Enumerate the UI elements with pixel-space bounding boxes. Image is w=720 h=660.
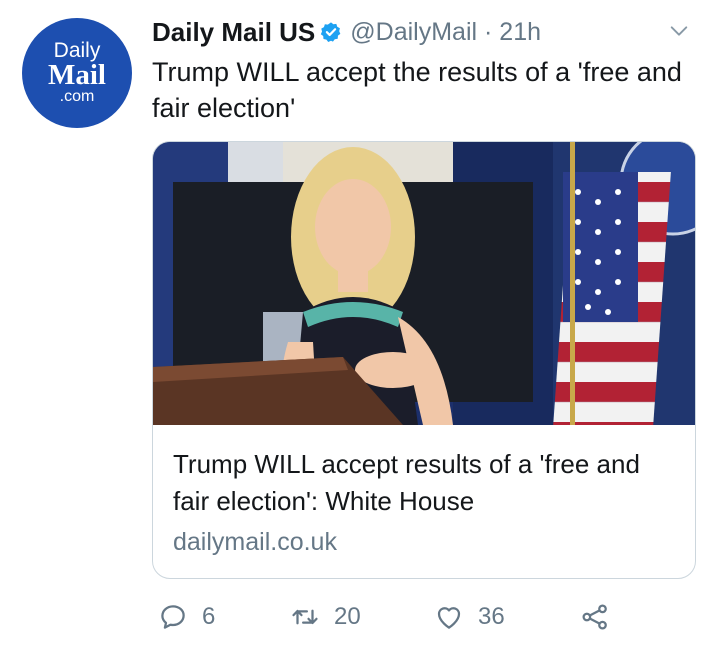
separator-dot: · — [477, 17, 500, 46]
tweet-header: Daily Mail US @DailyMail · 21h — [152, 16, 700, 48]
like-count: 36 — [478, 603, 505, 630]
avatar-logo-line: Daily — [53, 39, 101, 62]
card-title: Trump WILL accept results of a 'free and… — [173, 449, 640, 516]
share-button[interactable] — [580, 602, 624, 632]
card-domain: dailymail.co.uk — [173, 528, 337, 556]
display-name[interactable]: Daily Mail US — [152, 17, 315, 48]
avatar[interactable]: Daily Mail .com — [22, 18, 132, 128]
retweet-button[interactable]: 20 — [290, 602, 361, 632]
handle[interactable]: @DailyMail — [350, 18, 477, 47]
retweet-icon — [292, 609, 318, 625]
card-image — [153, 142, 695, 425]
like-button[interactable]: 36 — [434, 602, 505, 632]
reply-button[interactable]: 6 — [158, 602, 215, 632]
tweet-actions: 6 20 36 — [152, 596, 672, 646]
reply-count: 6 — [202, 603, 216, 630]
tweet-text: Trump WILL accept the results of a 'free… — [152, 57, 682, 123]
heart-icon — [437, 607, 461, 629]
verified-badge-icon — [320, 21, 342, 43]
reply-icon — [161, 605, 185, 629]
retweet-count: 20 — [334, 603, 361, 630]
avatar-logo-line: Mail — [48, 59, 106, 91]
chevron-down-icon[interactable] — [668, 20, 690, 42]
timestamp[interactable]: 21h — [499, 18, 541, 47]
avatar-logo-line: .com — [59, 88, 95, 105]
link-card[interactable]: Trump WILL accept results of a 'free and… — [152, 141, 696, 579]
share-icon — [582, 604, 607, 630]
